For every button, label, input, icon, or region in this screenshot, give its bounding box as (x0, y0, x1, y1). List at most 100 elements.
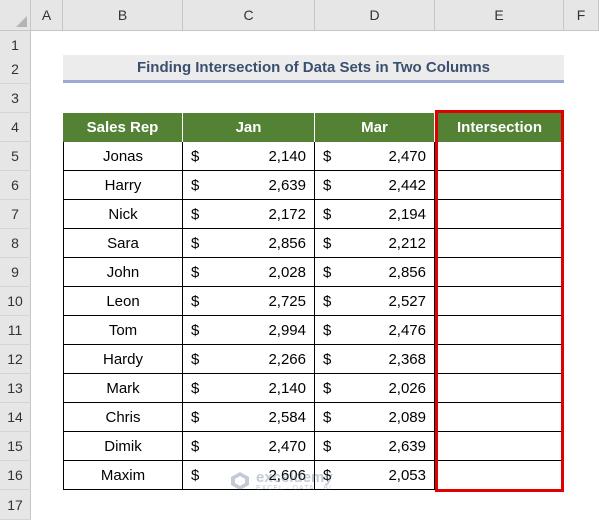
currency-symbol: $ (323, 322, 332, 339)
cell-sales-rep[interactable]: Sara (64, 229, 183, 258)
row-header-6[interactable]: 6 (0, 171, 31, 200)
currency-symbol: $ (191, 351, 200, 368)
column-header-b[interactable]: B (63, 0, 183, 31)
cell-jan[interactable]: $2,140 (183, 142, 315, 171)
cell-jan[interactable]: $2,856 (183, 229, 315, 258)
jan-value: 2,266 (268, 351, 306, 368)
currency-symbol: $ (323, 438, 332, 455)
currency-symbol: $ (191, 322, 200, 339)
currency-symbol: $ (323, 380, 332, 397)
row-header-9[interactable]: 9 (0, 258, 31, 287)
cell-mar[interactable]: $2,053 (315, 461, 435, 490)
cell-sales-rep[interactable]: Leon (64, 287, 183, 316)
row-header-16[interactable]: 16 (0, 461, 31, 490)
mar-value: 2,026 (388, 380, 426, 397)
cell-mar[interactable]: $2,476 (315, 316, 435, 345)
currency-symbol: $ (323, 293, 332, 310)
cell-sales-rep[interactable]: Maxim (64, 461, 183, 490)
select-all-corner[interactable] (0, 0, 31, 31)
cell-mar[interactable]: $2,442 (315, 171, 435, 200)
cell-mar[interactable]: $2,527 (315, 287, 435, 316)
jan-value: 2,172 (268, 206, 306, 223)
cell-mar[interactable]: $2,470 (315, 142, 435, 171)
cell-sales-rep[interactable]: Dimik (64, 432, 183, 461)
cell-sales-rep[interactable]: Hardy (64, 345, 183, 374)
cell-jan[interactable]: $2,639 (183, 171, 315, 200)
row-header-17[interactable]: 17 (0, 490, 31, 520)
currency-symbol: $ (191, 380, 200, 397)
row-header-11[interactable]: 11 (0, 316, 31, 345)
cell-mar[interactable]: $2,212 (315, 229, 435, 258)
mar-value: 2,053 (388, 467, 426, 484)
mar-value: 2,476 (388, 322, 426, 339)
row-header-15[interactable]: 15 (0, 432, 31, 461)
column-header-f[interactable]: F (564, 0, 599, 31)
cell-sales-rep[interactable]: Nick (64, 200, 183, 229)
watermark-brand: exceldemy (256, 469, 333, 486)
cell-sales-rep[interactable]: Harry (64, 171, 183, 200)
currency-symbol: $ (191, 467, 200, 484)
currency-symbol: $ (323, 148, 332, 165)
jan-value: 2,994 (268, 322, 306, 339)
intersection-highlight-box (435, 110, 564, 492)
cell-sales-rep[interactable]: Chris (64, 403, 183, 432)
row-header-3[interactable]: 3 (0, 84, 31, 113)
row-header-7[interactable]: 7 (0, 200, 31, 229)
jan-value: 2,470 (268, 438, 306, 455)
mar-value: 2,089 (388, 409, 426, 426)
currency-symbol: $ (191, 438, 200, 455)
cell-mar[interactable]: $2,856 (315, 258, 435, 287)
column-header-c[interactable]: C (183, 0, 315, 31)
cell-jan[interactable]: $2,725 (183, 287, 315, 316)
currency-symbol: $ (323, 351, 332, 368)
header-sales-rep[interactable]: Sales Rep (63, 113, 183, 142)
jan-value: 2,140 (268, 148, 306, 165)
mar-value: 2,212 (388, 235, 426, 252)
cell-jan[interactable]: $2,140 (183, 374, 315, 403)
cell-sales-rep[interactable]: Mark (64, 374, 183, 403)
cell-jan[interactable]: $2,584 (183, 403, 315, 432)
jan-value: 2,725 (268, 293, 306, 310)
row-header-13[interactable]: 13 (0, 374, 31, 403)
mar-value: 2,527 (388, 293, 426, 310)
header-jan[interactable]: Jan (183, 113, 315, 142)
cell-sales-rep[interactable]: Tom (64, 316, 183, 345)
row-header-12[interactable]: 12 (0, 345, 31, 374)
row-header-8[interactable]: 8 (0, 229, 31, 258)
cell-mar[interactable]: $2,089 (315, 403, 435, 432)
column-header-e[interactable]: E (435, 0, 564, 31)
jan-value: 2,856 (268, 235, 306, 252)
sheet-title[interactable]: Finding Intersection of Data Sets in Two… (63, 55, 564, 83)
row-header-4[interactable]: 4 (0, 113, 31, 142)
mar-value: 2,368 (388, 351, 426, 368)
cell-mar[interactable]: $2,639 (315, 432, 435, 461)
select-all-triangle-icon (16, 16, 27, 27)
cell-jan[interactable]: $2,266 (183, 345, 315, 374)
jan-value: 2,584 (268, 409, 306, 426)
cell-jan[interactable]: $2,470 (183, 432, 315, 461)
jan-value: 2,140 (268, 380, 306, 397)
cell-sales-rep[interactable]: Jonas (64, 142, 183, 171)
cell-jan[interactable]: $2,028 (183, 258, 315, 287)
cell-jan[interactable]: $2,994 (183, 316, 315, 345)
cell-sales-rep[interactable]: John (64, 258, 183, 287)
cell-jan[interactable]: $2,172 (183, 200, 315, 229)
currency-symbol: $ (323, 235, 332, 252)
currency-symbol: $ (323, 206, 332, 223)
currency-symbol: $ (191, 409, 200, 426)
row-header-2[interactable]: 2 (0, 55, 31, 84)
cell-mar[interactable]: $2,194 (315, 200, 435, 229)
row-header-10[interactable]: 10 (0, 287, 31, 316)
cell-mar[interactable]: $2,026 (315, 374, 435, 403)
exceldemy-logo-icon (231, 472, 249, 490)
cell-mar[interactable]: $2,368 (315, 345, 435, 374)
exceldemy-watermark: exceldemy EXCEL · DATA · BI (230, 470, 333, 492)
column-header-a[interactable]: A (31, 0, 63, 31)
mar-value: 2,639 (388, 438, 426, 455)
row-header-14[interactable]: 14 (0, 403, 31, 432)
column-header-d[interactable]: D (315, 0, 435, 31)
row-header-5[interactable]: 5 (0, 142, 31, 171)
jan-value: 2,028 (268, 264, 306, 281)
header-mar[interactable]: Mar (315, 113, 435, 142)
jan-value: 2,639 (268, 177, 306, 194)
